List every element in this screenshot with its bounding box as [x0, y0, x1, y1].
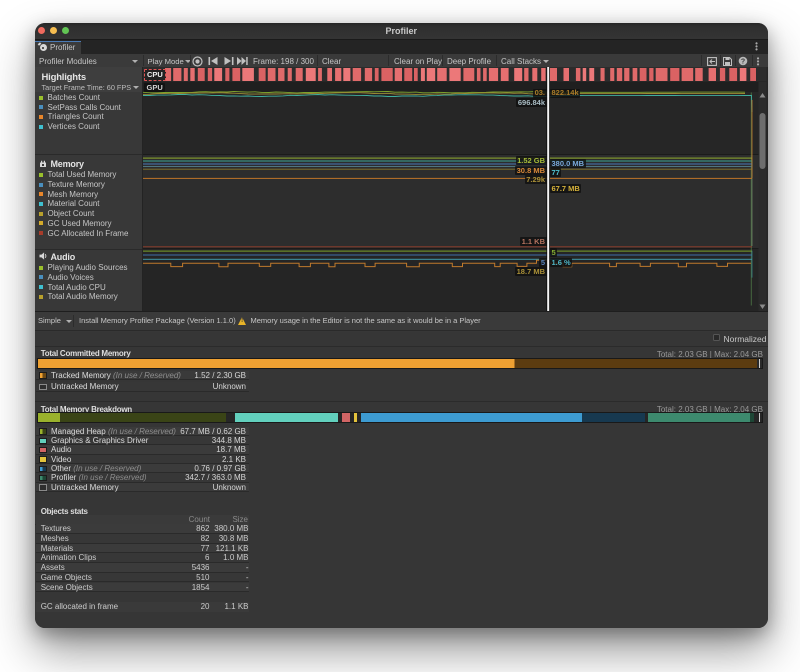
- svg-text:?: ?: [741, 59, 745, 66]
